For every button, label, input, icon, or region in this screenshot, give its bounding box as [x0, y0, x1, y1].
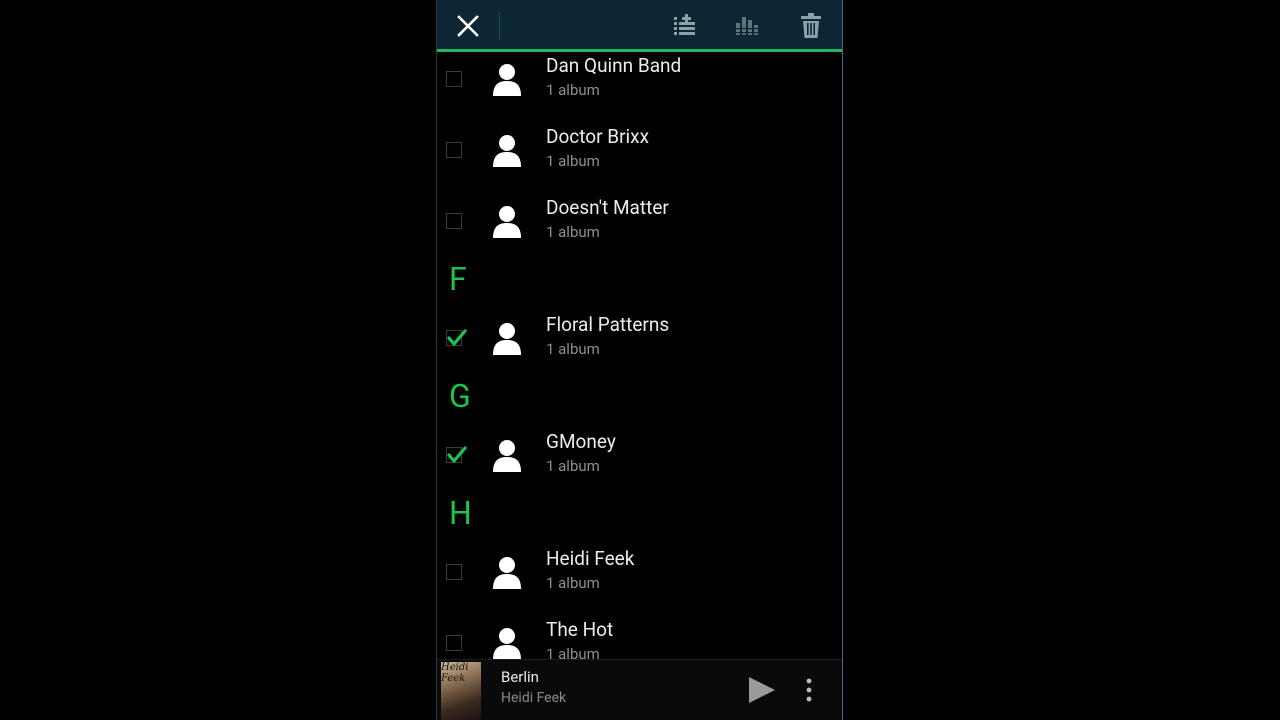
artist-avatar-icon [493, 323, 521, 355]
artist-avatar-icon [493, 64, 521, 96]
select-checkbox[interactable] [446, 635, 462, 651]
add-to-playlist-button[interactable] [667, 8, 703, 44]
artist-name: Floral Patterns [546, 313, 670, 336]
album-art-text: Heidi Feek [441, 662, 469, 684]
selection-action-bar [437, 0, 842, 52]
section-header-f: F [449, 260, 467, 298]
add-to-playlist-icon [674, 14, 695, 35]
play-icon[interactable] [745, 675, 779, 705]
equalizer-button[interactable] [730, 8, 766, 44]
list-item[interactable]: Dan Quinn Band 1 album [437, 52, 842, 123]
select-checkbox[interactable] [446, 71, 462, 87]
list-item[interactable]: Doctor Brixx 1 album [437, 123, 842, 194]
artist-avatar-icon [493, 557, 521, 589]
select-checkbox[interactable] [446, 446, 467, 463]
check-icon [447, 446, 467, 463]
artist-name: Doesn't Matter [546, 196, 669, 219]
music-app-screen: Dan Quinn Band 1 album Doctor Brixx 1 al… [436, 0, 843, 720]
artist-avatar-icon [493, 440, 521, 472]
close-selection-button[interactable] [437, 0, 499, 52]
action-bar-divider [499, 12, 500, 40]
artist-list[interactable]: Dan Quinn Band 1 album Doctor Brixx 1 al… [437, 52, 842, 659]
artist-name: GMoney [546, 430, 616, 453]
list-item[interactable]: GMoney 1 album [437, 428, 842, 499]
list-item[interactable]: Floral Patterns 1 album [437, 311, 842, 382]
list-item[interactable]: Heidi Feek 1 album [437, 545, 842, 616]
more-vert-icon[interactable] [799, 676, 819, 704]
section-header-h: H [449, 494, 472, 532]
select-checkbox[interactable] [446, 142, 462, 158]
album-count: 1 album [546, 223, 600, 241]
album-count: 1 album [546, 574, 600, 592]
select-checkbox[interactable] [446, 564, 462, 580]
artist-avatar-icon [493, 206, 521, 238]
album-count: 1 album [546, 152, 600, 170]
delete-icon [801, 13, 821, 38]
check-icon [447, 329, 467, 346]
album-count: 1 album [546, 645, 600, 659]
artist-name: Dan Quinn Band [546, 54, 682, 77]
list-item[interactable]: The Hot 1 album [437, 616, 842, 659]
section-header-g: G [449, 377, 471, 415]
album-count: 1 album [546, 457, 600, 475]
track-artist: Heidi Feek [501, 690, 567, 706]
artist-name: Doctor Brixx [546, 125, 650, 148]
artist-avatar-icon [493, 135, 521, 167]
artist-name: Heidi Feek [546, 547, 635, 570]
album-count: 1 album [546, 81, 600, 99]
select-checkbox[interactable] [446, 329, 467, 346]
close-icon [457, 15, 479, 37]
list-item[interactable]: Doesn't Matter 1 album [437, 194, 842, 265]
now-playing-bar[interactable]: Heidi Feek Berlin Heidi Feek [437, 659, 842, 720]
equalizer-icon [734, 17, 762, 35]
album-count: 1 album [546, 340, 600, 358]
album-art[interactable]: Heidi Feek [441, 662, 481, 720]
track-title: Berlin [501, 668, 539, 686]
delete-button[interactable] [793, 8, 829, 44]
artist-avatar-icon [493, 628, 521, 659]
artist-name: The Hot [546, 618, 614, 641]
select-checkbox[interactable] [446, 213, 462, 229]
